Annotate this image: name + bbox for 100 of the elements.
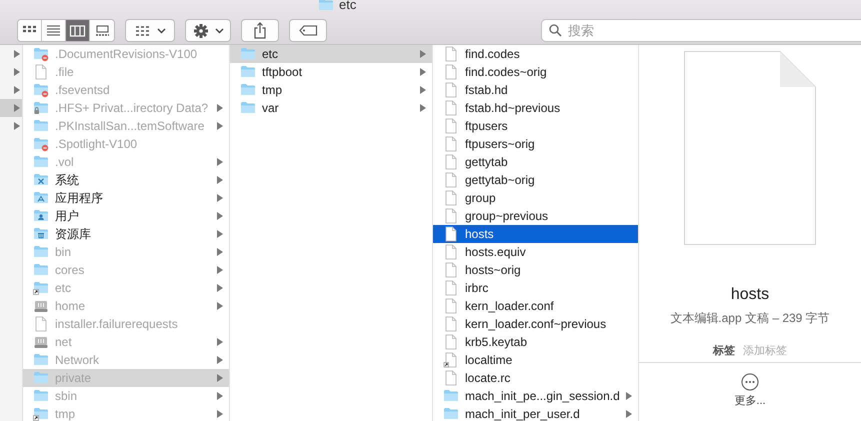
- file-row[interactable]: hosts.equiv: [433, 243, 638, 261]
- icon-view-button[interactable]: [18, 20, 42, 41]
- folder-icon: [33, 154, 49, 170]
- list-view-icon: [45, 22, 62, 38]
- file-row[interactable]: fstab.hd: [433, 81, 638, 99]
- file-icon: [443, 190, 459, 206]
- gallery-view-icon: [94, 22, 110, 38]
- folder-icon: [33, 118, 49, 134]
- file-icon: [443, 244, 459, 260]
- disclosure-icon[interactable]: [217, 302, 223, 310]
- file-row[interactable]: tmp: [230, 81, 432, 99]
- share-button[interactable]: [241, 19, 279, 42]
- file-info: 文本编辑.app 文稿 – 239 字节: [670, 310, 830, 327]
- file-row[interactable]: 应用程序: [23, 189, 229, 207]
- disclosure-icon[interactable]: [14, 86, 20, 94]
- blocked-folder-icon: [33, 82, 49, 98]
- folder-icon: [33, 244, 49, 260]
- more-link[interactable]: 更多...: [734, 392, 766, 409]
- disclosure-icon[interactable]: [420, 86, 426, 94]
- disclosure-icon[interactable]: [217, 374, 223, 382]
- applications-folder-icon: [33, 190, 49, 206]
- file-row[interactable]: group: [433, 189, 638, 207]
- file-icon: [443, 100, 459, 116]
- caret-icon: [156, 28, 166, 34]
- file-row[interactable]: kern_loader.conf~previous: [433, 315, 638, 333]
- file-row[interactable]: group~previous: [433, 207, 638, 225]
- file-icon: [443, 280, 459, 296]
- folder-row[interactable]: [0, 99, 22, 117]
- more-icon[interactable]: [741, 372, 759, 390]
- disclosure-icon[interactable]: [217, 212, 223, 220]
- file-row[interactable]: var: [230, 99, 432, 117]
- disclosure-icon[interactable]: [217, 392, 223, 400]
- disclosure-icon[interactable]: [217, 248, 223, 256]
- system-folder-icon: [33, 172, 49, 188]
- folder-icon: [318, 0, 334, 13]
- search-field[interactable]: 搜索: [541, 19, 861, 42]
- action-button[interactable]: [185, 19, 231, 42]
- file-row[interactable]: irbrc: [433, 279, 638, 297]
- folder-icon: [443, 388, 459, 404]
- disclosure-icon[interactable]: [14, 122, 20, 130]
- disclosure-icon[interactable]: [217, 284, 223, 292]
- disclosure-icon[interactable]: [14, 50, 20, 58]
- disclosure-icon[interactable]: [217, 158, 223, 166]
- group-button[interactable]: [125, 19, 175, 42]
- file-row[interactable]: tftpboot: [230, 63, 432, 81]
- file-icon: [443, 208, 459, 224]
- file-row[interactable]: ftpusers~orig: [433, 135, 638, 153]
- file-row[interactable]: localtime: [433, 351, 638, 369]
- disclosure-icon[interactable]: [14, 104, 20, 112]
- disclosure-icon[interactable]: [626, 410, 632, 418]
- file-row[interactable]: gettytab~orig: [433, 171, 638, 189]
- tag-icon: [298, 25, 318, 36]
- folder-icon: [240, 46, 256, 62]
- file-row[interactable]: gettytab: [433, 153, 638, 171]
- file-row[interactable]: find.codes: [433, 45, 638, 63]
- disclosure-icon[interactable]: [217, 410, 223, 418]
- folder-icon: [240, 100, 256, 116]
- file-row[interactable]: 资源库: [23, 225, 229, 243]
- file-icon: [443, 262, 459, 278]
- disclosure-icon[interactable]: [14, 68, 20, 76]
- file-name: hosts: [730, 285, 770, 305]
- file-row[interactable]: mach_init_per_user.d: [433, 405, 638, 421]
- settings-icon: [192, 22, 208, 38]
- file-row[interactable]: 系统: [23, 171, 229, 189]
- disclosure-icon[interactable]: [217, 104, 223, 112]
- file-row[interactable]: hosts: [433, 225, 638, 243]
- file-icon: [443, 64, 459, 80]
- disclosure-icon[interactable]: [217, 356, 223, 364]
- file-icon: [33, 64, 49, 80]
- file-icon: [443, 46, 459, 62]
- disclosure-icon[interactable]: [420, 104, 426, 112]
- file-row[interactable]: etc: [230, 45, 432, 63]
- column-view-button[interactable]: [66, 20, 90, 41]
- file-row[interactable]: fstab.hd~previous: [433, 99, 638, 117]
- blocked-folder-icon: [33, 46, 49, 62]
- file-row[interactable]: find.codes~orig: [433, 63, 638, 81]
- disclosure-icon[interactable]: [217, 266, 223, 274]
- drive-icon: [33, 334, 49, 350]
- disclosure-icon[interactable]: [217, 194, 223, 202]
- disclosure-icon[interactable]: [217, 122, 223, 130]
- file-row[interactable]: 用户: [23, 207, 229, 225]
- caret-icon: [214, 28, 224, 34]
- disclosure-icon[interactable]: [420, 50, 426, 58]
- file-row[interactable]: kern_loader.conf: [433, 297, 638, 315]
- file-row[interactable]: krb5.keytab: [433, 333, 638, 351]
- view-mode-switch[interactable]: [17, 19, 115, 42]
- folder-icon: [240, 64, 256, 80]
- file-icon: [443, 226, 459, 242]
- file-row[interactable]: ftpusers: [433, 117, 638, 135]
- file-row[interactable]: mach_init_pe...gin_session.d: [433, 387, 638, 405]
- disclosure-icon[interactable]: [626, 392, 632, 400]
- disclosure-icon[interactable]: [217, 230, 223, 238]
- file-icon: [443, 172, 459, 188]
- file-row[interactable]: locate.rc: [433, 369, 638, 387]
- disclosure-icon[interactable]: [420, 68, 426, 76]
- folder-icon: [33, 370, 49, 386]
- tag-button[interactable]: [289, 19, 327, 42]
- disclosure-icon[interactable]: [217, 338, 223, 346]
- disclosure-icon[interactable]: [217, 176, 223, 184]
- file-row[interactable]: hosts~orig: [433, 261, 638, 279]
